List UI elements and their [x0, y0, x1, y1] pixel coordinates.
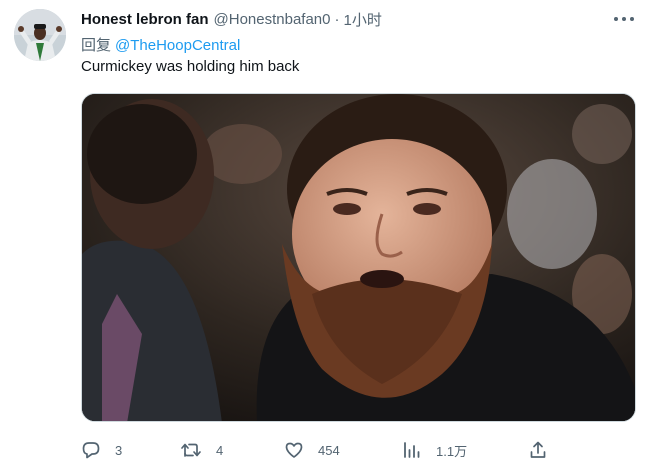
timestamp[interactable]: 1小时: [344, 9, 382, 30]
views-button[interactable]: 1.1万: [402, 437, 467, 463]
more-icon-dot: [622, 17, 626, 21]
avatar[interactable]: [14, 9, 66, 61]
like-count: 454: [318, 442, 340, 458]
separator-dot: ·: [334, 10, 340, 28]
retweet-icon: [181, 443, 201, 457]
reply-to-mention[interactable]: @TheHoopCentral: [115, 37, 240, 54]
retweet-count: 4: [216, 442, 224, 458]
user-handle[interactable]: @Honestnbafan0: [214, 11, 331, 28]
display-name[interactable]: Honest lebron fan: [81, 11, 209, 28]
more-icon: [614, 17, 618, 21]
like-icon: [285, 442, 303, 458]
share-button[interactable]: [528, 437, 548, 463]
tweet-header: Honest lebron fan @Honestnbafan0 · 1小时: [81, 9, 382, 29]
reply-count: 3: [115, 442, 123, 458]
photo-image: [82, 94, 635, 421]
tweet-photo[interactable]: [81, 93, 636, 422]
more-icon-dot: [630, 17, 634, 21]
reply-icon: [82, 442, 100, 459]
tweet[interactable]: Honest lebron fan @Honestnbafan0 · 1小时 回…: [0, 0, 650, 469]
views-count: 1.1万: [436, 443, 468, 459]
reply-button[interactable]: 3: [81, 437, 122, 463]
action-bar: 3 4 454 1.1万: [81, 437, 636, 463]
tweet-text: Curmickey was holding him back: [81, 58, 300, 75]
avatar-image: [14, 9, 66, 61]
views-icon: [404, 442, 420, 458]
retweet-button[interactable]: 4: [180, 437, 223, 463]
more-button[interactable]: [614, 10, 634, 28]
reply-context: 回复 @TheHoopCentral: [81, 34, 240, 55]
share-icon: [530, 441, 546, 458]
like-button[interactable]: 454: [284, 437, 340, 463]
reply-prefix: 回复: [81, 37, 112, 54]
